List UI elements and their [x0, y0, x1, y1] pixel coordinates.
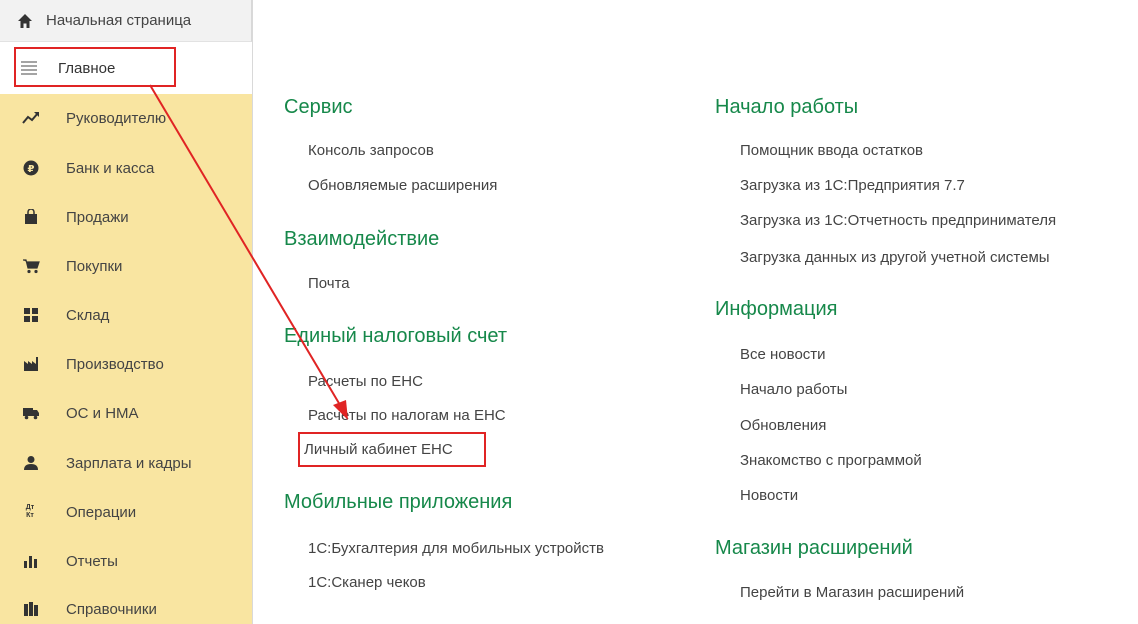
books-icon [22, 600, 40, 618]
sidebar-item-label: Начальная страница [46, 12, 192, 29]
section-title-info: Информация [715, 298, 838, 320]
section-title-start: Начало работы [715, 96, 859, 118]
link-intro[interactable]: Знакомство с программой [740, 452, 922, 469]
link-news[interactable]: Новости [740, 487, 798, 504]
link-extensions[interactable]: Обновляемые расширения [308, 177, 497, 194]
sidebar-item-label: Банк и касса [66, 159, 155, 177]
cart-icon [22, 257, 40, 275]
section-title-vzaim: Взаимодействие [284, 228, 440, 250]
section-title-ens: Единый налоговый счет [284, 325, 508, 347]
sidebar-item-purchases[interactable]: Покупки [0, 246, 252, 286]
link-mail[interactable]: Почта [308, 275, 350, 292]
link-ens-tax-settlements[interactable]: Расчеты по налогам на ЕНС [308, 407, 506, 424]
sidebar-item-label: Зарплата и кадры [66, 454, 192, 472]
sidebar-item-label: ОС и НМА [66, 404, 139, 422]
sidebar-item-operations[interactable]: Дт Кт Операции [0, 492, 252, 532]
link-getting-started[interactable]: Начало работы [740, 381, 847, 398]
sidebar-item-label: Продажи [66, 208, 129, 226]
home-icon [16, 12, 34, 30]
highlight-box-main [14, 47, 176, 87]
link-all-news[interactable]: Все новости [740, 346, 826, 363]
sidebar-item-home[interactable]: Начальная страница [0, 0, 252, 42]
section-title-mobile: Мобильные приложения [284, 491, 513, 513]
link-load-other-system[interactable]: Загрузка данных из другой учетной систем… [740, 249, 1050, 266]
sidebar-item-directories[interactable]: Справочники [0, 589, 252, 624]
warehouse-icon [22, 306, 40, 324]
bar-chart-icon [22, 552, 40, 570]
link-balance-wizard[interactable]: Помощник ввода остатков [740, 142, 923, 159]
link-go-to-shop[interactable]: Перейти в Магазин расширений [740, 584, 964, 601]
sidebar-item-label: Операции [66, 503, 137, 521]
link-ens-settlements[interactable]: Расчеты по ЕНС [308, 373, 423, 390]
sidebar-item-salary[interactable]: Зарплата и кадры [0, 443, 252, 483]
ruble-icon: ₽ [22, 159, 40, 177]
sidebar-item-os-nma[interactable]: ОС и НМА [0, 393, 252, 433]
sidebar: Начальная страница Главное Руководителю … [0, 0, 258, 624]
link-receipt-scanner[interactable]: 1С:Сканер чеков [308, 574, 426, 591]
truck-icon [22, 404, 40, 422]
link-load-77[interactable]: Загрузка из 1С:Предприятия 7.7 [740, 177, 965, 194]
link-mobile-accounting[interactable]: 1С:Бухгалтерия для мобильных устройств [308, 540, 604, 557]
highlight-box-personal-account [298, 432, 486, 467]
sidebar-item-label: Склад [66, 306, 110, 324]
sidebar-item-reports[interactable]: Отчеты [0, 541, 252, 581]
sidebar-divider [252, 0, 258, 624]
sidebar-item-label: Справочники [66, 600, 157, 618]
sidebar-item-sales[interactable]: Продажи [0, 197, 252, 237]
sidebar-item-label: Производство [66, 355, 164, 373]
link-query-console[interactable]: Консоль запросов [308, 142, 434, 159]
section-title-shop: Магазин расширений [715, 537, 913, 559]
person-icon [22, 454, 40, 472]
link-updates[interactable]: Обновления [740, 417, 826, 434]
sidebar-item-label: Отчеты [66, 552, 118, 570]
sidebar-item-production[interactable]: Производство [0, 344, 252, 384]
link-load-entrepreneur[interactable]: Загрузка из 1С:Отчетность предпринимател… [740, 212, 1056, 229]
sidebar-item-bank[interactable]: ₽ Банк и касса [0, 148, 252, 188]
trend-icon [22, 109, 40, 127]
section-title-servis: Сервис [284, 96, 353, 118]
dt-kt-icon: Дт Кт [25, 504, 35, 519]
sidebar-item-warehouse[interactable]: Склад [0, 295, 252, 335]
factory-icon [22, 355, 40, 373]
shopping-bag-icon [22, 208, 40, 226]
sidebar-item-rukovoditelyu[interactable]: Руководителю [0, 98, 252, 138]
sidebar-item-label: Руководителю [66, 109, 167, 127]
svg-text:₽: ₽ [28, 164, 35, 175]
sidebar-item-label: Покупки [66, 257, 123, 275]
